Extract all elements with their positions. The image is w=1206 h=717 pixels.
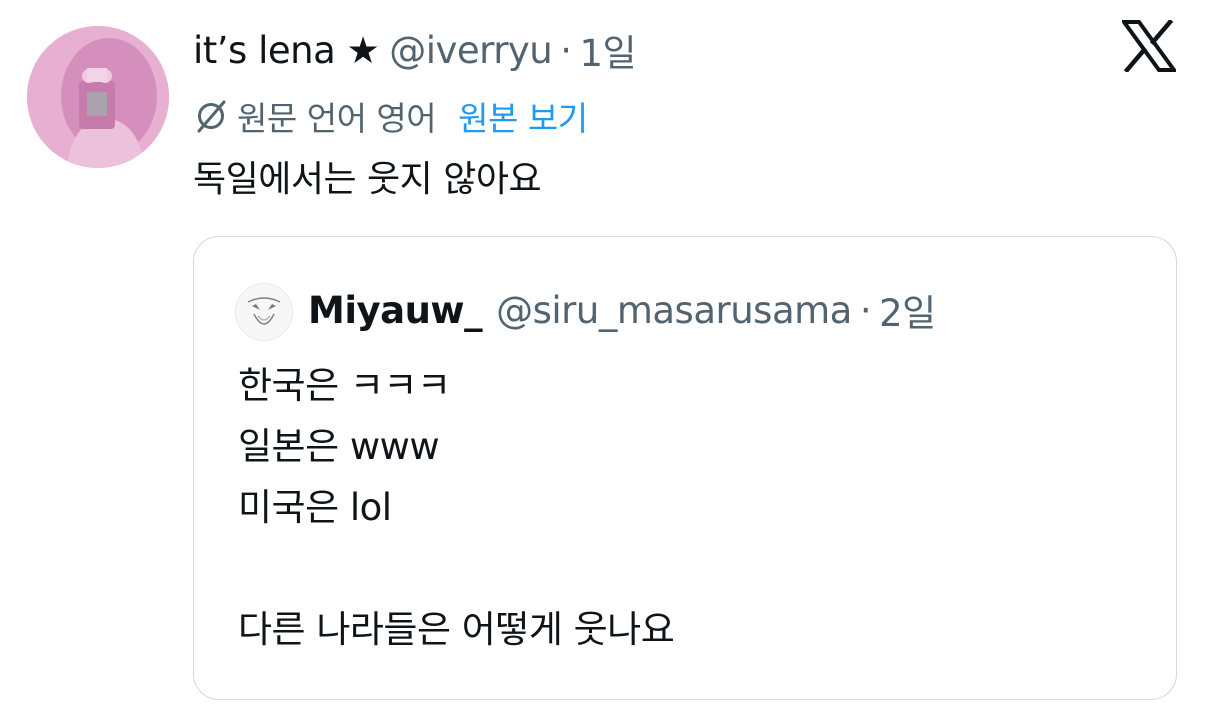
avatar-photo <box>27 26 169 168</box>
quoted-text-line: 일본은 www <box>238 425 440 468</box>
tweet-header: it’s lena ★ @iverryu · 1일 <box>193 22 637 78</box>
quoted-text-line: 한국은 ㅋㅋㅋ <box>238 364 451 407</box>
quoted-tweet-header: Miyauw_ @siru_masarusama · 2일 <box>308 281 936 339</box>
quoted-text-line: 다른 나라들은 어떻게 웃나요 <box>238 608 675 651</box>
quoted-text-blank-line <box>238 538 674 599</box>
author-avatar[interactable] <box>27 26 169 168</box>
quoted-text-line: 미국은 lol <box>238 486 392 529</box>
quoted-avatar-drawing <box>236 284 292 340</box>
quoted-author-avatar[interactable] <box>235 283 293 341</box>
show-original-link[interactable]: 원본 보기 <box>458 92 588 140</box>
globe-slash-icon <box>197 100 226 133</box>
author-display-name[interactable]: it’s lena ★ <box>193 29 380 72</box>
quoted-author-display-name[interactable]: Miyauw_ <box>308 289 483 332</box>
quoted-header-separator: · <box>859 288 872 332</box>
tweet-timestamp[interactable]: 1일 <box>580 23 637 77</box>
tweet-text: 독일에서는 웃지 않아요 <box>193 159 542 200</box>
quoted-author-handle[interactable]: @siru_masarusama <box>496 289 852 332</box>
header-separator: · <box>560 28 572 72</box>
author-handle[interactable]: @iverryu <box>389 29 553 72</box>
quoted-tweet-text: 한국은 ㅋㅋㅋ 일본은 www 미국은 lol 다른 나라들은 어떻게 웃나요 <box>238 355 675 660</box>
quoted-tweet-timestamp[interactable]: 2일 <box>879 283 936 337</box>
quoted-tweet-card[interactable]: Miyauw_ @siru_masarusama · 2일 한국은 ㅋㅋㅋ 일본… <box>193 236 1177 700</box>
source-language-text: 원문 언어 영어 <box>237 99 437 138</box>
x-logo-icon[interactable] <box>1120 18 1178 74</box>
translation-info: 원문 언어 영어 원본 보기 <box>193 94 588 138</box>
